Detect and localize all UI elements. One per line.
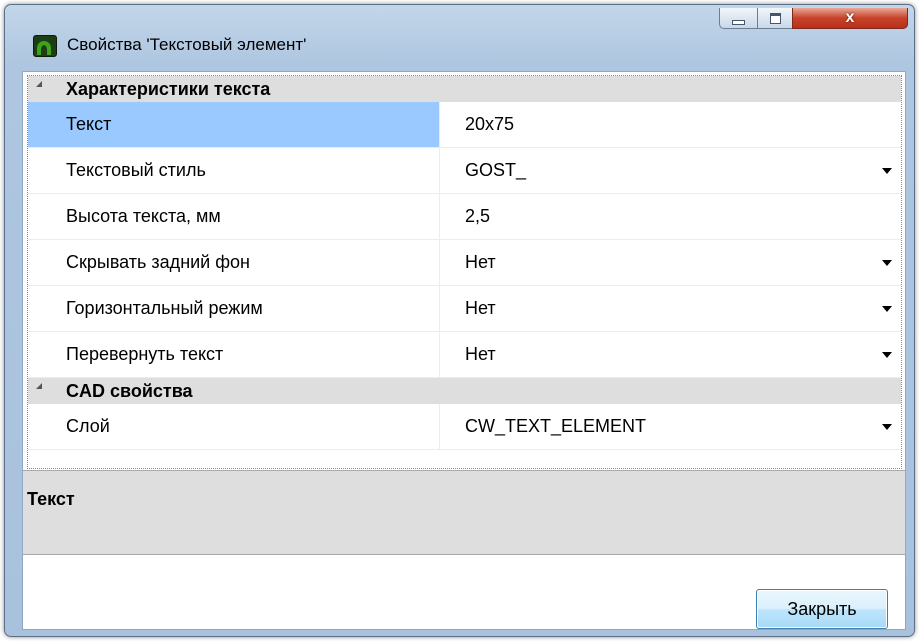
property-value-text: Нет (465, 344, 496, 364)
window-close-button[interactable]: x (792, 8, 908, 29)
dropdown-arrow-icon[interactable] (882, 352, 892, 358)
property-value[interactable]: Нет (441, 240, 901, 285)
property-value[interactable]: CW_TEXT_ELEMENT (441, 404, 901, 449)
property-row[interactable]: Высота текста, мм 2,5 (28, 194, 901, 240)
maximize-button[interactable] (757, 8, 793, 29)
properties-dialog: Свойства 'Текстовый элемент' x Характери… (4, 4, 915, 637)
category-label: Характеристики текста (66, 79, 271, 99)
dropdown-arrow-icon[interactable] (882, 168, 892, 174)
property-value-text: GOST_ (465, 160, 527, 180)
category-row[interactable]: CAD свойства (28, 378, 901, 404)
property-value[interactable]: 20x75 (441, 102, 901, 147)
property-name[interactable]: Скрывать задний фон (28, 240, 440, 285)
property-value-text: Нет (465, 298, 496, 318)
property-value[interactable]: Нет (441, 286, 901, 331)
property-value[interactable]: 2,5 (441, 194, 901, 239)
property-value-text: CW_TEXT_ELEMENT (465, 416, 647, 436)
property-name[interactable]: Перевернуть текст (28, 332, 440, 377)
property-grid[interactable]: Характеристики текста Текст 20x75 Текстовый… (27, 75, 902, 469)
property-row[interactable]: Скрывать задний фон Нет (28, 240, 901, 286)
property-row[interactable]: Горизонтальный режим Нет (28, 286, 901, 332)
title-bar[interactable]: Свойства 'Текстовый элемент' x (5, 5, 914, 71)
property-row[interactable]: Текстовый стиль GOST_ (28, 148, 901, 194)
dialog-client-area: Характеристики текста Текст 20x75 Текстовый… (22, 71, 906, 630)
property-name[interactable]: Текстовый стиль (28, 148, 440, 193)
category-row[interactable]: Характеристики текста (28, 76, 901, 102)
property-row[interactable]: Перевернуть текст Нет (28, 332, 901, 378)
collapse-triangle-icon[interactable] (36, 383, 42, 389)
help-title: Текст (27, 489, 75, 509)
close-icon: x (845, 9, 855, 26)
minimize-icon (732, 19, 745, 25)
dropdown-arrow-icon[interactable] (882, 424, 892, 430)
property-name[interactable]: Высота текста, мм (28, 194, 440, 239)
property-row[interactable]: Текст 20x75 (28, 102, 901, 148)
dropdown-arrow-icon[interactable] (882, 306, 892, 312)
property-name[interactable]: Слой (28, 404, 440, 449)
property-row[interactable]: Слой CW_TEXT_ELEMENT (28, 404, 901, 450)
dropdown-arrow-icon[interactable] (882, 260, 892, 266)
property-value[interactable]: Нет (441, 332, 901, 377)
app-logo-icon (33, 35, 57, 57)
property-name[interactable]: Текст (28, 102, 440, 147)
property-name[interactable]: Горизонтальный режим (28, 286, 440, 331)
property-value-text: 2,5 (465, 206, 491, 226)
property-value-text: 20x75 (465, 114, 515, 134)
window-title: Свойства 'Текстовый элемент' (67, 35, 307, 54)
category-label: CAD свойства (66, 381, 193, 401)
close-button[interactable]: Закрыть (756, 589, 888, 629)
property-value-text: Нет (465, 252, 496, 272)
minimize-button[interactable] (719, 8, 758, 29)
collapse-triangle-icon[interactable] (36, 81, 42, 87)
help-panel: Текст (23, 470, 905, 555)
maximize-icon (769, 12, 781, 24)
property-value[interactable]: GOST_ (441, 148, 901, 193)
